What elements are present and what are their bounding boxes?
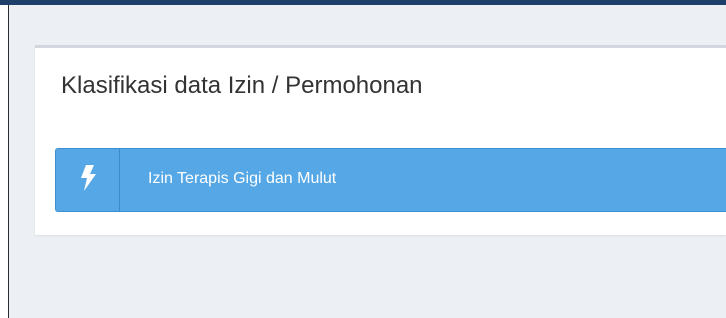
- bolt-icon: [79, 164, 97, 196]
- permit-item-label: Izin Terapis Gigi dan Mulut: [148, 170, 337, 187]
- permit-item-terapis-gigi[interactable]: Izin Terapis Gigi dan Mulut: [55, 148, 726, 212]
- classification-panel: Klasifikasi data Izin / Permohonan Izin …: [35, 45, 726, 235]
- panel-title: Klasifikasi data Izin / Permohonan: [61, 72, 423, 99]
- item-icon-container: [56, 149, 120, 211]
- app-viewport: Klasifikasi data Izin / Permohonan Izin …: [0, 0, 726, 318]
